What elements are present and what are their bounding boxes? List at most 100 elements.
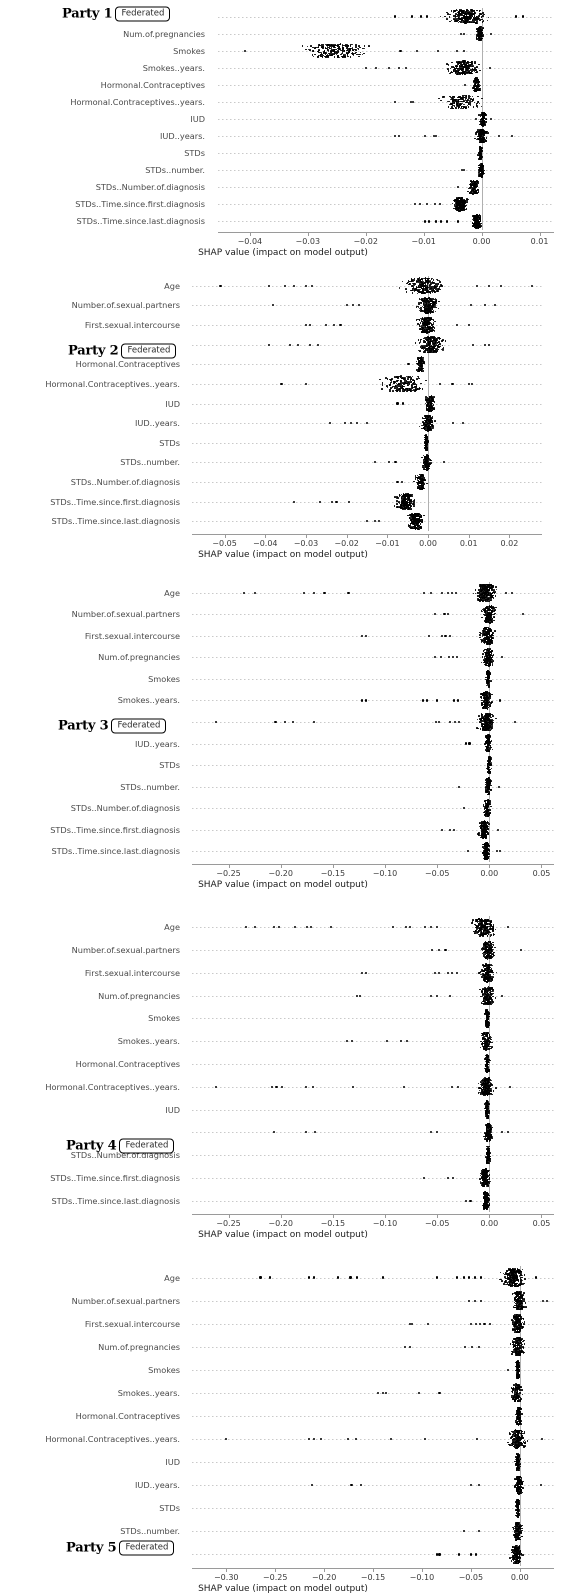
shap-point — [479, 81, 481, 83]
shap-point — [427, 428, 429, 430]
shap-point — [433, 286, 435, 288]
shap-point — [474, 63, 476, 65]
shap-point — [393, 386, 395, 388]
shap-point — [479, 218, 481, 220]
shap-point — [465, 12, 467, 14]
shap-point — [419, 426, 421, 428]
feature-label: STDs..Time.since.first.diagnosis — [75, 200, 205, 208]
shap-point-outlier — [293, 501, 295, 503]
feature-label: Smokes..years. — [143, 64, 205, 72]
shap-point — [480, 32, 482, 34]
shap-point — [401, 497, 403, 499]
shap-point — [452, 102, 454, 104]
shap-point — [458, 210, 460, 212]
feature-label: IUD..years. — [135, 419, 180, 427]
gridline — [192, 614, 554, 615]
shap-point — [327, 56, 329, 58]
shap-point — [422, 300, 424, 302]
shap-point — [352, 44, 354, 46]
shap-point — [428, 303, 430, 305]
shap-point — [396, 498, 398, 500]
shap-point-outlier — [420, 15, 422, 17]
axis-line — [192, 534, 542, 535]
shap-point — [458, 17, 460, 19]
shap-point — [472, 87, 474, 89]
feature-label: IUD..years. — [160, 132, 205, 140]
shap-point — [449, 73, 451, 75]
shap-point — [443, 347, 445, 349]
shap-point — [444, 16, 446, 18]
shap-point — [425, 399, 427, 401]
shap-point — [451, 62, 453, 64]
shap-point — [407, 494, 409, 496]
shap-point — [428, 332, 430, 334]
shap-point — [482, 156, 484, 158]
shap-point — [429, 320, 431, 322]
gridline — [192, 636, 554, 637]
shap-point — [471, 22, 473, 24]
shap-point — [485, 122, 487, 124]
shap-point — [434, 420, 436, 422]
feature-label: STDs — [159, 439, 180, 447]
gridline — [218, 187, 554, 188]
plot-area — [192, 582, 554, 862]
shap-point — [442, 339, 444, 341]
y-axis-labels: AgeNum.of.pregnanciesSmokesSmokes..years… — [0, 8, 205, 230]
shap-point — [479, 10, 481, 12]
axis-tick-label: −0.05 — [212, 539, 237, 548]
shap-point-outlier — [293, 285, 295, 287]
shap-point — [408, 508, 410, 510]
feature-label: STDs — [184, 149, 205, 157]
shap-point — [339, 57, 341, 59]
shap-point — [482, 15, 484, 17]
shap-point — [416, 361, 418, 363]
shap-point — [457, 205, 459, 207]
shap-point — [447, 68, 449, 70]
shap-point — [407, 378, 409, 380]
gridline — [192, 443, 542, 444]
gridline — [192, 364, 542, 365]
shap-point — [417, 519, 419, 521]
shap-point — [406, 496, 408, 498]
feature-label: Number.of.sexual.partners — [72, 301, 180, 309]
shap-point — [423, 370, 425, 372]
shap-point — [428, 455, 430, 457]
shap-point — [429, 351, 431, 353]
shap-point — [349, 48, 351, 50]
shap-point-outlier — [488, 285, 490, 287]
shap-point — [487, 20, 489, 22]
shap-point — [448, 101, 450, 103]
shap-point — [468, 71, 470, 73]
shap-point — [471, 73, 473, 75]
shap-point — [429, 305, 431, 307]
axis-tick — [250, 232, 251, 236]
shap-point — [417, 478, 419, 480]
shap-point — [348, 52, 350, 54]
shap-point — [474, 19, 476, 21]
shap-point — [394, 505, 396, 507]
shap-point — [456, 104, 458, 106]
axis-tick-label: 0.00 — [473, 237, 491, 246]
shap-point — [452, 108, 454, 110]
shap-point — [418, 513, 420, 515]
shap-point — [431, 324, 433, 326]
shap-point — [460, 101, 462, 103]
axis-tick — [347, 534, 348, 538]
shap-point — [480, 148, 482, 150]
shap-point-outlier — [468, 383, 470, 385]
shap-point-outlier — [472, 344, 474, 346]
shap-point — [416, 386, 418, 388]
shap-point — [427, 325, 429, 327]
shap-point — [428, 329, 430, 331]
shap-point — [398, 388, 400, 390]
shap-point-outlier — [401, 481, 403, 483]
shap-point — [473, 10, 475, 12]
shap-point-outlier — [402, 402, 404, 404]
shap-point — [305, 49, 307, 51]
shap-point — [358, 56, 360, 58]
gridline — [192, 657, 554, 658]
shap-point — [465, 22, 467, 24]
shap-point — [358, 45, 360, 47]
shap-point — [450, 68, 452, 70]
shap-point — [476, 20, 478, 22]
